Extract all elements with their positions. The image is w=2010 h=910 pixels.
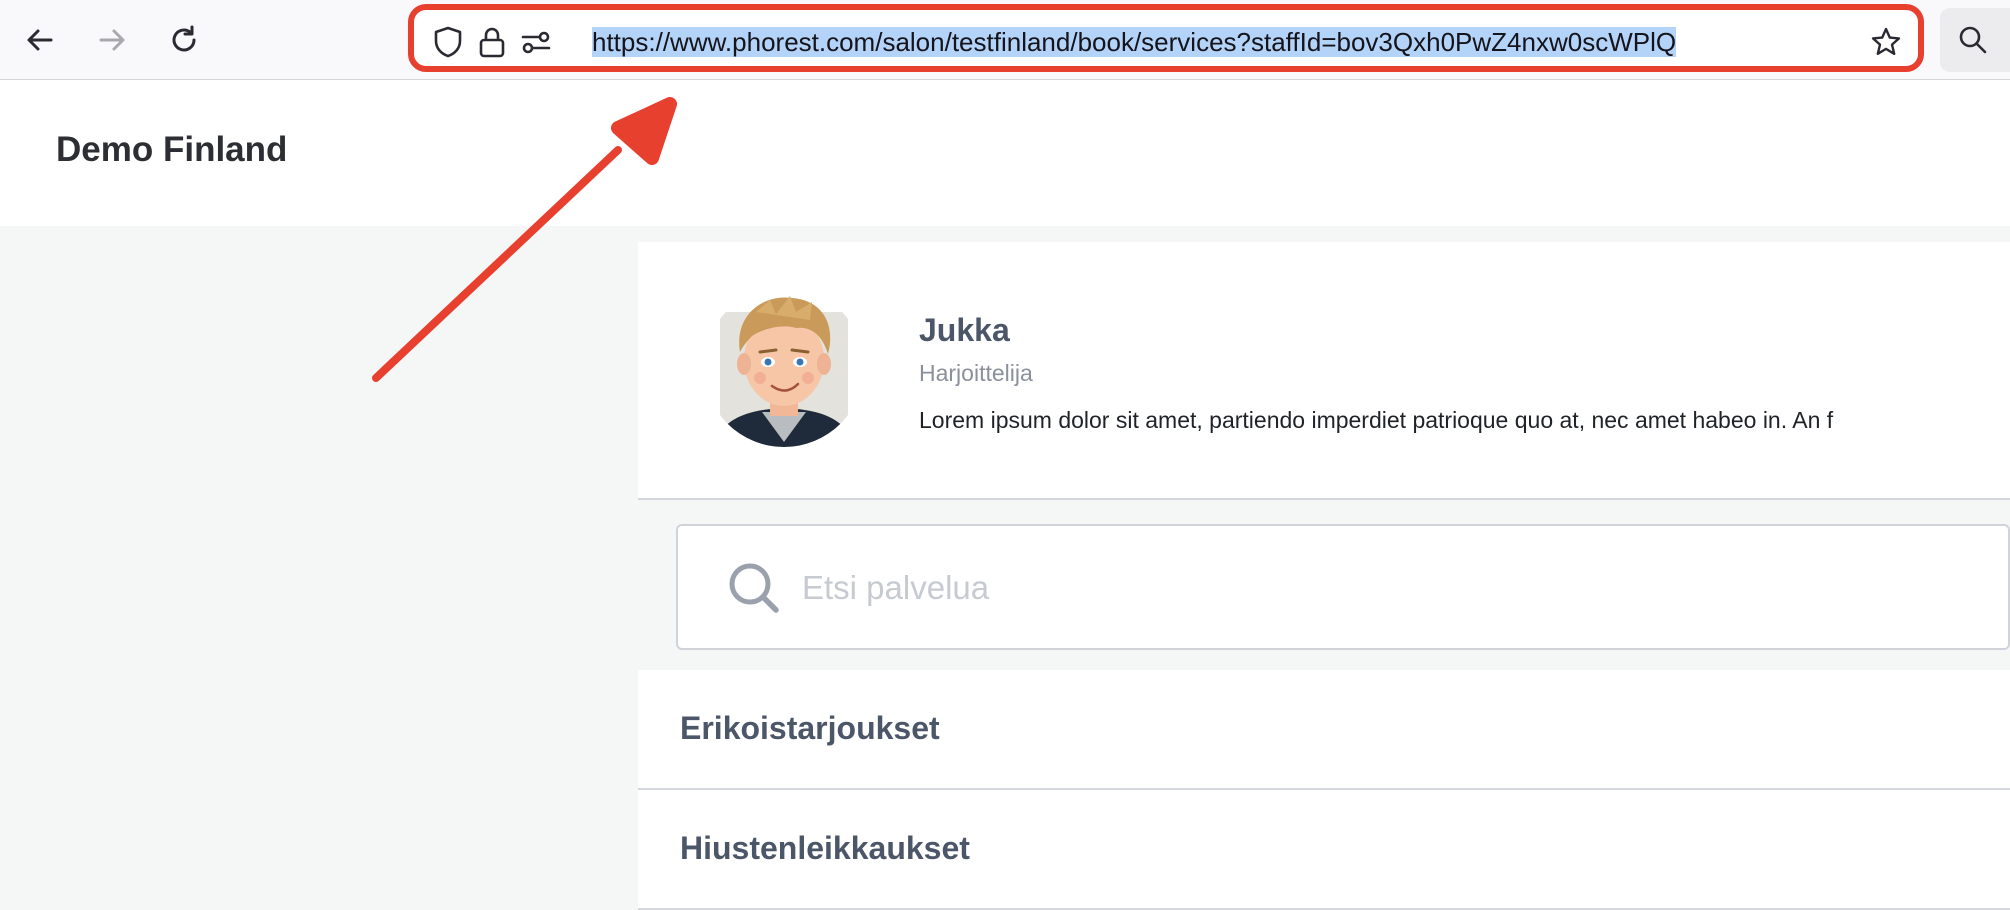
back-button[interactable] <box>18 18 62 62</box>
forward-icon <box>99 29 125 51</box>
category-label: Erikoistarjoukset <box>680 710 940 746</box>
staff-profile-card: Jukka Harjoittelija Lorem ipsum dolor si… <box>638 242 2010 500</box>
salon-name[interactable]: Demo Finland <box>56 130 287 170</box>
staff-avatar <box>710 296 858 447</box>
url-text[interactable]: https://www.phorest.com/salon/testfinlan… <box>592 24 1677 60</box>
bookmark-star-icon <box>1871 27 1901 55</box>
tracking-protection-button[interactable] <box>432 26 464 58</box>
staff-name: Jukka <box>919 312 1010 348</box>
lock-icon <box>479 27 505 58</box>
browser-toolbar: https://www.phorest.com/salon/testfinlan… <box>0 0 2010 80</box>
category-erikoistarjoukset[interactable]: Erikoistarjoukset <box>638 670 2010 790</box>
bookmark-button[interactable] <box>1870 26 1902 58</box>
back-icon <box>27 29 53 51</box>
search-icon <box>729 563 779 613</box>
category-label: Hiustenleikkaukset <box>680 830 970 866</box>
shield-icon <box>434 26 462 58</box>
site-header: Demo Finland <box>0 80 2010 226</box>
reload-button[interactable] <box>162 18 206 62</box>
permissions-icon <box>521 31 551 54</box>
search-icon <box>1959 26 1987 54</box>
category-hiustenleikkaukset[interactable]: Hiustenleikkaukset <box>638 790 2010 910</box>
service-search-input[interactable] <box>800 556 1984 620</box>
site-permissions-button[interactable] <box>520 26 552 58</box>
browser-search-box[interactable] <box>1940 8 2010 72</box>
url-selection: https://www.phorest.com/salon/testfinlan… <box>592 27 1677 57</box>
service-search-box[interactable] <box>676 524 2010 650</box>
staff-bio: Lorem ipsum dolor sit amet, partiendo im… <box>919 407 1834 433</box>
address-bar[interactable]: https://www.phorest.com/salon/testfinlan… <box>408 4 1924 72</box>
reload-icon <box>172 25 196 52</box>
staff-role: Harjoittelija <box>919 360 1033 386</box>
site-security-button[interactable] <box>476 26 508 58</box>
forward-button[interactable] <box>90 18 134 62</box>
